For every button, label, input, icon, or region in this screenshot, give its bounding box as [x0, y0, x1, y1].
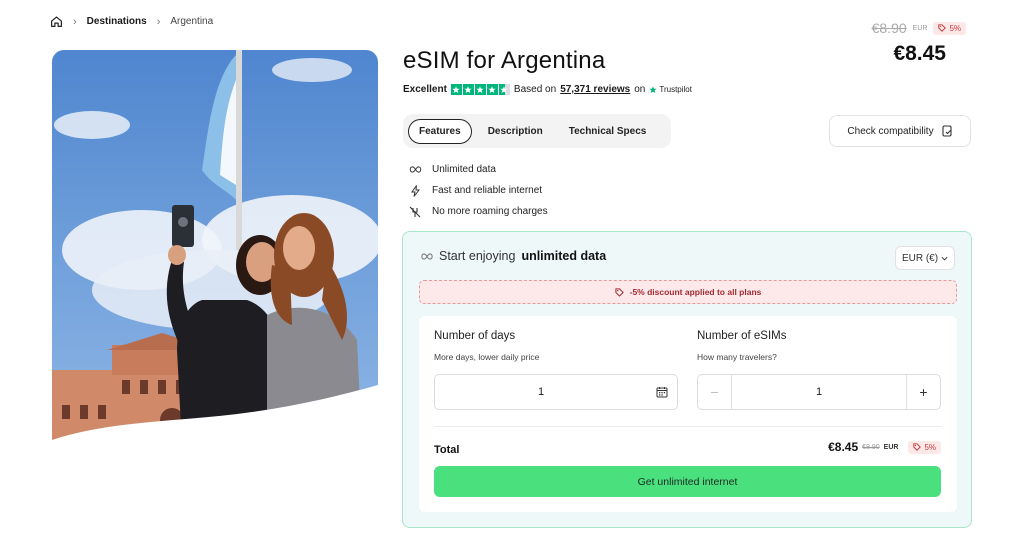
discount-badge-text: 5% — [949, 23, 961, 33]
currency-select[interactable]: EUR (€) — [895, 246, 955, 270]
phone-check-icon — [942, 125, 952, 137]
home-icon[interactable] — [50, 15, 63, 28]
esims-value: 1 — [815, 386, 823, 398]
divider — [434, 426, 942, 427]
half-star-icon — [498, 84, 510, 95]
plan-heading-prefix: Start enjoying — [439, 249, 516, 263]
total-price-group: €8.45 €8.90 EUR 5% — [828, 440, 941, 454]
infinity-icon — [408, 166, 422, 173]
discount-notice-text: -5% discount applied to all plans — [629, 287, 762, 297]
discount-notice: -5% discount applied to all plans — [419, 280, 957, 304]
total-price: €8.45 — [828, 440, 859, 454]
feature-list: Unlimited data Fast and reliable interne… — [408, 159, 548, 222]
total-label: Total — [434, 444, 460, 456]
days-title: Number of days — [434, 330, 516, 342]
trustpilot-logo: Trustpilot — [649, 85, 692, 94]
chevron-right-icon: › — [156, 15, 161, 28]
decrement-button[interactable]: − — [698, 375, 732, 409]
get-unlimited-internet-button[interactable]: Get unlimited internet — [434, 466, 941, 497]
rating-based-on: Based on — [513, 84, 557, 95]
esims-title: Number of eSIMs — [697, 330, 787, 342]
feature-text: Unlimited data — [432, 164, 496, 175]
tag-icon — [913, 443, 922, 451]
current-price: €8.45 — [893, 42, 946, 65]
chevron-right-icon: › — [73, 15, 77, 28]
discount-badge: 5% — [933, 21, 966, 35]
chevron-down-icon — [941, 256, 948, 260]
total-discount-badge: 5% — [908, 440, 941, 454]
tag-icon — [938, 24, 947, 32]
trustpilot-name: Trustpilot — [659, 85, 692, 94]
hero-image — [52, 50, 378, 446]
rating-row: Excellent Based on 57,371 reviews on Tru… — [403, 84, 692, 95]
rating-on: on — [634, 84, 646, 95]
plan-heading: Start enjoying unlimited data — [421, 249, 606, 263]
reviews-link[interactable]: 57,371 reviews — [560, 84, 630, 95]
days-subtitle: More days, lower daily price — [434, 352, 540, 362]
tab-features[interactable]: Features — [408, 118, 472, 144]
calendar-icon[interactable] — [647, 386, 677, 398]
price-box: €8.90 EUR 5% €8.45 — [872, 20, 966, 66]
esims-column: Number of eSIMs How many travelers? — [697, 330, 786, 362]
breadcrumb: › Destinations › Argentina — [50, 15, 213, 28]
lightning-icon — [408, 184, 422, 197]
tab-bar: Features Description Technical Specs — [403, 114, 671, 148]
plan-config-card: Number of days More days, lower daily pr… — [419, 316, 957, 512]
feature-item: Fast and reliable internet — [408, 180, 548, 201]
check-compatibility-label: Check compatibility — [847, 125, 934, 137]
infinity-icon — [421, 252, 433, 260]
days-value: 1 — [537, 386, 545, 398]
old-price-row: €8.90 EUR 5% — [872, 20, 966, 36]
check-compatibility-button[interactable]: Check compatibility — [829, 115, 971, 147]
days-input[interactable]: 1 — [434, 374, 678, 410]
days-column: Number of days More days, lower daily pr… — [434, 330, 539, 362]
old-price-currency: EUR — [912, 24, 928, 32]
page-title: eSIM for Argentina — [403, 47, 606, 74]
esims-subtitle: How many travelers? — [697, 352, 777, 362]
tab-technical-specs[interactable]: Technical Specs — [559, 120, 657, 143]
rating-label: Excellent — [403, 84, 447, 95]
old-price: €8.90 — [871, 20, 907, 36]
tab-description[interactable]: Description — [478, 120, 553, 143]
trustpilot-stars — [450, 84, 510, 95]
feature-item: Unlimited data — [408, 159, 548, 180]
no-roaming-icon — [408, 206, 422, 218]
feature-text: Fast and reliable internet — [432, 185, 543, 196]
feature-item: No more roaming charges — [408, 201, 548, 222]
increment-button[interactable]: + — [906, 375, 940, 409]
feature-text: No more roaming charges — [432, 206, 548, 217]
tag-icon — [615, 287, 624, 297]
plan-panel: Start enjoying unlimited data EUR (€) -5… — [402, 231, 972, 528]
star-icon — [462, 84, 474, 95]
star-icon — [486, 84, 498, 95]
total-old-price: €8.90 — [862, 443, 880, 451]
star-icon — [474, 84, 486, 95]
breadcrumb-destinations[interactable]: Destinations — [87, 16, 147, 27]
esims-stepper[interactable]: − 1 + — [697, 374, 941, 410]
currency-select-value: EUR (€) — [901, 252, 939, 264]
plan-heading-bold: unlimited data — [521, 249, 607, 263]
breadcrumb-argentina: Argentina — [170, 16, 214, 27]
total-discount-text: 5% — [924, 442, 936, 452]
star-icon — [450, 84, 462, 95]
trustpilot-star-icon — [649, 85, 657, 93]
total-currency: EUR — [883, 443, 899, 451]
